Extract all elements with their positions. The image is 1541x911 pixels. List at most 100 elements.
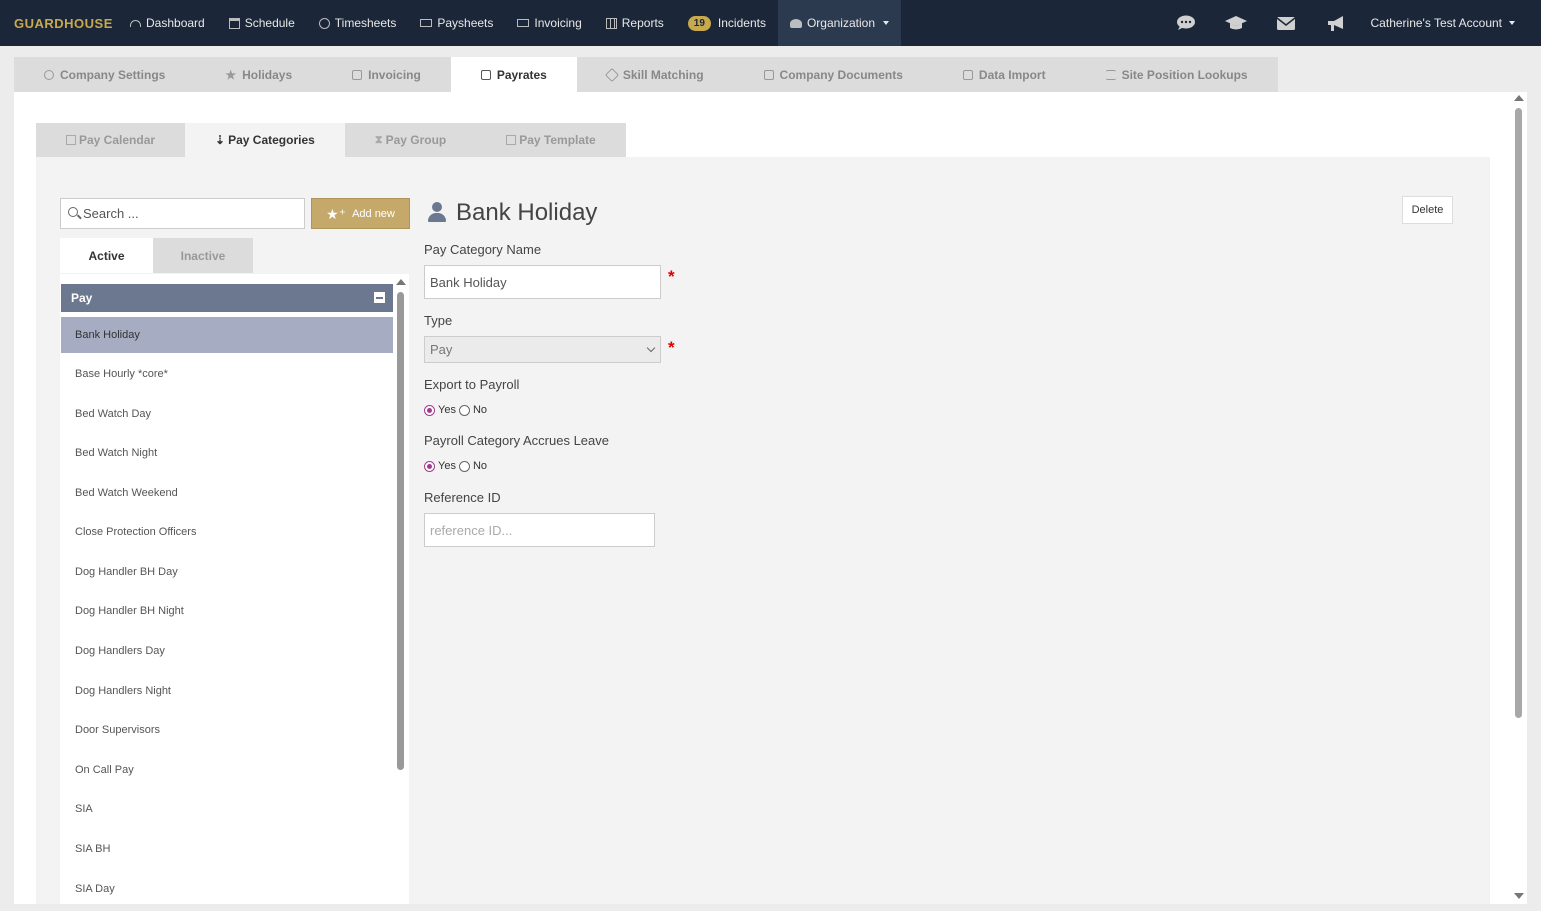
list-item[interactable]: Bed Watch Day bbox=[61, 396, 393, 432]
list-item[interactable]: Bed Watch Night bbox=[61, 435, 393, 471]
list-item[interactable]: Dog Handlers Night bbox=[61, 673, 393, 709]
export-to-payroll-radios: Yes No bbox=[424, 404, 487, 416]
caret-down-icon bbox=[1509, 21, 1515, 25]
tab-pay-calendar[interactable]: Pay Calendar bbox=[36, 123, 186, 157]
gear-icon bbox=[44, 69, 54, 80]
list-item[interactable]: Dog Handler BH Day bbox=[61, 554, 393, 590]
tab-label: Pay Group bbox=[385, 133, 447, 147]
collapse-icon[interactable] bbox=[374, 292, 385, 303]
nav-invoicing-label: Invoicing bbox=[534, 16, 582, 30]
tab-site-position-lookups[interactable]: Site Position Lookups bbox=[1075, 57, 1278, 92]
accrues-yes-radio[interactable] bbox=[424, 460, 435, 472]
tab-pay-categories[interactable]: ⇣ Pay Categories bbox=[185, 123, 345, 157]
users-icon bbox=[789, 18, 802, 28]
diamond-icon bbox=[604, 67, 619, 82]
accrues-yes-label: Yes bbox=[438, 460, 456, 472]
messages-button[interactable] bbox=[1261, 0, 1311, 46]
money-icon bbox=[420, 19, 433, 27]
import-icon bbox=[962, 69, 973, 80]
type-value: Pay bbox=[430, 342, 453, 357]
accrues-leave-label: Payroll Category Accrues Leave bbox=[424, 433, 609, 448]
pay-category-name-input[interactable]: Bank Holiday bbox=[424, 265, 661, 299]
tab-label: Data Import bbox=[978, 67, 1046, 82]
envelope-icon bbox=[1276, 16, 1295, 30]
nav-timesheets[interactable]: Timesheets bbox=[307, 0, 409, 46]
list-item[interactable]: SIA bbox=[61, 791, 393, 827]
tab-payrates[interactable]: Payrates bbox=[450, 57, 577, 92]
nav-incidents[interactable]: 19 Incidents bbox=[676, 0, 778, 46]
list-item[interactable]: SIA Day bbox=[61, 871, 393, 904]
group-header-pay[interactable]: Pay bbox=[61, 284, 393, 312]
list-item[interactable]: Base Hourly *core* bbox=[61, 356, 393, 392]
delete-button[interactable]: Delete bbox=[1402, 196, 1453, 224]
scroll-up-icon[interactable] bbox=[1514, 95, 1524, 101]
reference-id-label: Reference ID bbox=[424, 490, 501, 505]
tab-pay-template[interactable]: Pay Template bbox=[476, 123, 626, 157]
page-scrollbar[interactable] bbox=[1511, 92, 1527, 904]
accrues-no-radio[interactable] bbox=[458, 460, 470, 472]
accrues-no-label: No bbox=[472, 460, 488, 472]
nav-timesheets-label: Timesheets bbox=[334, 16, 397, 30]
nav-organization[interactable]: Organization bbox=[777, 0, 901, 46]
list-scrollbar-thumb[interactable] bbox=[397, 292, 404, 770]
export-no-radio[interactable] bbox=[458, 404, 470, 416]
list-scrollbar[interactable] bbox=[395, 274, 407, 904]
tab-holidays[interactable]: ★ Holidays bbox=[195, 57, 323, 92]
incidents-count-badge: 19 bbox=[687, 15, 711, 31]
add-new-button[interactable]: ★⁺ Add new bbox=[311, 198, 410, 229]
navbar-right: Catherine's Test Account bbox=[1161, 0, 1541, 46]
required-marker: * bbox=[668, 267, 675, 286]
tab-label: Holidays bbox=[242, 67, 293, 82]
tab-company-documents[interactable]: Company Documents bbox=[733, 57, 933, 92]
nav-dashboard[interactable]: Dashboard bbox=[118, 0, 217, 46]
list-item[interactable]: Bed Watch Weekend bbox=[61, 475, 393, 511]
list-item[interactable]: Dog Handlers Day bbox=[61, 633, 393, 669]
nav-invoicing[interactable]: Invoicing bbox=[505, 0, 593, 46]
reference-id-input[interactable]: reference ID... bbox=[424, 513, 655, 547]
graduation-cap-icon bbox=[1224, 16, 1247, 30]
tab-label: Company Settings bbox=[60, 67, 166, 82]
type-label: Type bbox=[424, 313, 453, 328]
tab-invoicing[interactable]: Invoicing bbox=[322, 57, 451, 92]
tab-active[interactable]: Active bbox=[60, 238, 153, 273]
nav-paysheets[interactable]: Paysheets bbox=[408, 0, 505, 46]
tab-data-import[interactable]: Data Import bbox=[932, 57, 1076, 92]
brand-logo[interactable]: GUARDHOUSE bbox=[0, 16, 118, 31]
list-item[interactable]: On Call Pay bbox=[61, 752, 393, 788]
page-scrollbar-thumb[interactable] bbox=[1515, 108, 1522, 718]
user-icon bbox=[428, 202, 446, 222]
tab-skill-matching[interactable]: Skill Matching bbox=[576, 57, 734, 92]
list-item[interactable]: Dog Handler BH Night bbox=[61, 593, 393, 629]
export-yes-radio[interactable] bbox=[424, 404, 435, 416]
scroll-down-icon[interactable] bbox=[1514, 893, 1524, 899]
pay-category-name-label: Pay Category Name bbox=[424, 242, 542, 257]
nav-incidents-label: Incidents bbox=[717, 16, 766, 30]
account-menu[interactable]: Catherine's Test Account bbox=[1361, 16, 1541, 30]
nav-reports[interactable]: Reports bbox=[594, 0, 676, 46]
tab-pay-group[interactable]: ⧗ Pay Group bbox=[344, 123, 477, 157]
list-item[interactable]: Close Protection Officers bbox=[61, 514, 393, 550]
search-icon bbox=[68, 207, 78, 217]
search-input[interactable]: Search ... bbox=[60, 198, 305, 229]
announcements-button[interactable] bbox=[1311, 0, 1361, 46]
calendar-icon bbox=[66, 135, 76, 145]
star-icon: ★ bbox=[225, 67, 237, 82]
sort-icon: ⇣ bbox=[215, 133, 226, 147]
tab-label: Pay Template bbox=[519, 133, 596, 147]
training-button[interactable] bbox=[1211, 0, 1261, 46]
reference-id-placeholder: reference ID... bbox=[430, 522, 513, 538]
scroll-up-icon[interactable] bbox=[396, 279, 406, 285]
chevron-down-icon bbox=[646, 343, 656, 353]
list-item[interactable]: SIA BH bbox=[61, 831, 393, 867]
calendar-icon bbox=[480, 69, 491, 80]
list-item[interactable]: Door Supervisors bbox=[61, 712, 393, 748]
type-select[interactable]: Pay bbox=[424, 336, 661, 363]
nav-schedule[interactable]: Schedule bbox=[217, 0, 307, 46]
table-icon bbox=[605, 17, 617, 29]
nav-schedule-label: Schedule bbox=[244, 16, 295, 30]
list-item[interactable]: Bank Holiday bbox=[61, 317, 393, 353]
chat-button[interactable] bbox=[1161, 0, 1211, 46]
tab-company-settings[interactable]: Company Settings bbox=[14, 57, 196, 92]
tab-label: Invoicing bbox=[368, 67, 421, 82]
tab-inactive[interactable]: Inactive bbox=[153, 238, 253, 273]
